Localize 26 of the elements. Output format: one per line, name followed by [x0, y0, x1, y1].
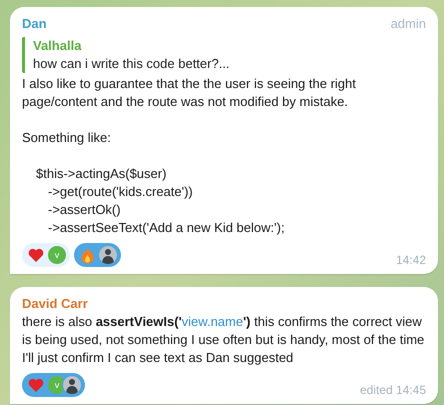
reply-quote[interactable]: Valhalla how can i write this code better?...: [22, 37, 426, 73]
reaction-chip[interactable]: [74, 243, 121, 267]
author-name[interactable]: Dan: [22, 15, 47, 33]
avatar-icon: [99, 246, 117, 264]
code-line: $this->actingAs($user): [35, 165, 168, 183]
heart-icon: [28, 248, 44, 262]
message-time: edited 14:45: [360, 383, 426, 397]
reaction-chip[interactable]: v: [22, 373, 85, 397]
avatar: v: [47, 245, 67, 265]
message-text: I also like to guarantee that the the user is seeing the right page/content and the route was not modified by mistake.: [22, 75, 357, 111]
reply-text: how can i write this code better?...: [33, 55, 231, 73]
code-line: ->assertOk(): [47, 201, 122, 219]
message-text: there is also assertViewIs('view.name') this confirms the correct view is being used, not something I use often but is handy, most of the time I'll just confirm I can see text as Dan suggested: [22, 313, 426, 367]
reaction-chip[interactable]: v: [22, 243, 70, 267]
avatar: v: [47, 375, 67, 395]
message-time: 14:42: [396, 253, 426, 267]
link[interactable]: view.name: [182, 314, 244, 329]
code-line: ->assertSeeText('Add a new Kid below:');: [47, 219, 286, 237]
avatar-icon: [63, 376, 81, 394]
flame-icon: [80, 246, 95, 264]
heart-icon: [28, 378, 44, 392]
message-text: Something like:: [22, 129, 112, 147]
reply-author: Valhalla: [33, 37, 82, 55]
author-name[interactable]: David Carr: [22, 295, 88, 313]
role-label: admin: [390, 15, 426, 33]
code-line: ->get(route('kids.create')): [47, 183, 194, 201]
